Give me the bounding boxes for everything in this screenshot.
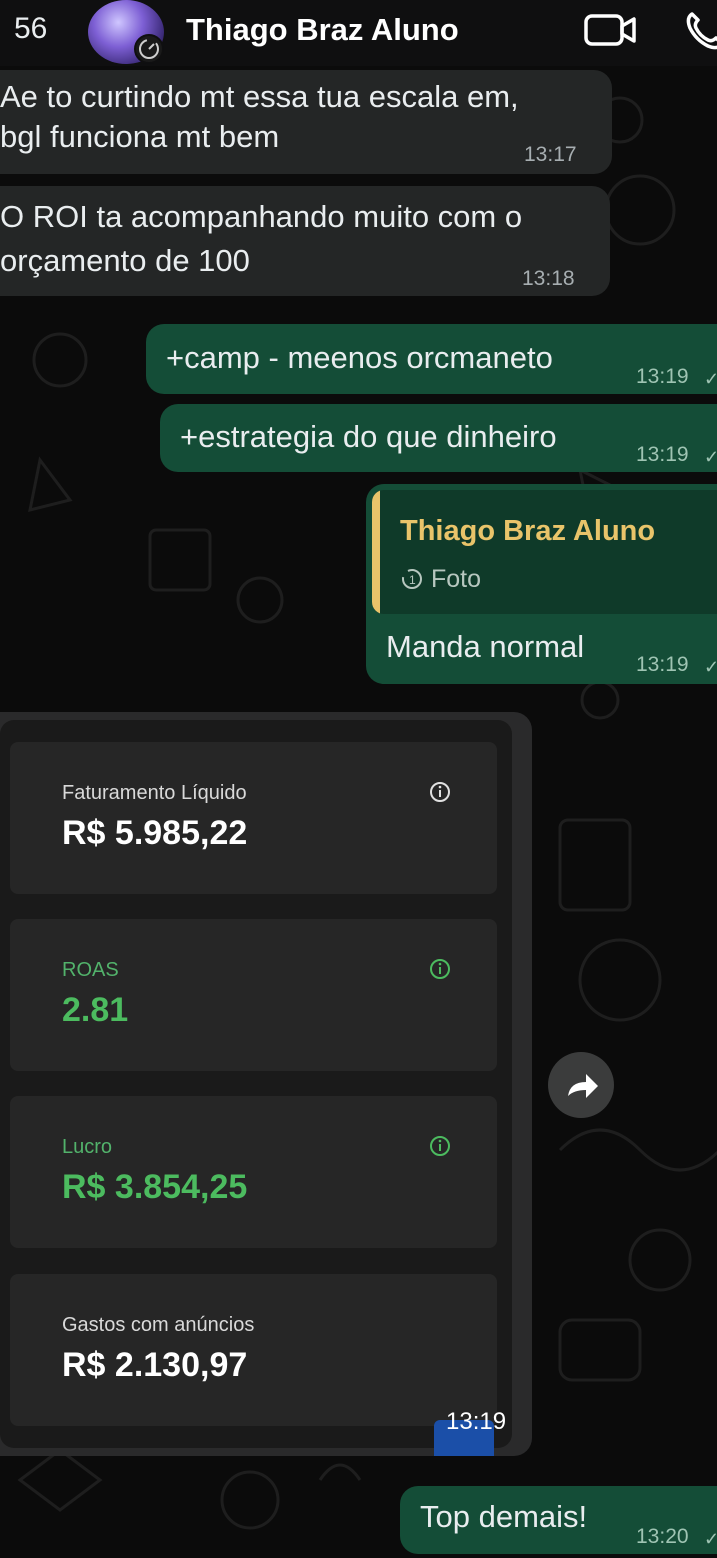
stat-value: R$ 2.130,97 [62, 1346, 248, 1384]
read-receipt-icon: ✓ [704, 447, 717, 467]
stat-label: ROAS [62, 959, 119, 981]
message-text-line: orçamento de 100 [0, 243, 250, 278]
dashboard-image[interactable]: Faturamento Líquido R$ 5.985,22 ROAS 2.8… [0, 720, 512, 1448]
stat-value: 2.81 [62, 991, 129, 1029]
outgoing-message[interactable]: Top demais! 13:20 ✓ [400, 1486, 717, 1554]
message-time: 13:19 [636, 653, 689, 676]
message-time: 13:17 [524, 143, 577, 166]
message-text: Top demais! [420, 1499, 588, 1534]
incoming-message[interactable]: O ROI ta acompanhando muito com o orçame… [0, 186, 610, 296]
message-text-line: O ROI ta acompanhando muito com o [0, 199, 523, 234]
read-receipt-icon: ✓ [704, 657, 717, 677]
stat-card-faturamento: Faturamento Líquido R$ 5.985,22 [10, 742, 497, 894]
message-text: +camp - meenos orcmaneto [166, 340, 553, 375]
photo-time: 13:19 [446, 1408, 507, 1435]
message-time: 13:18 [522, 267, 575, 290]
stat-value: R$ 3.854,25 [62, 1168, 248, 1206]
message-time: 13:20 [636, 1525, 689, 1548]
quoted-reply[interactable]: Thiago Braz Aluno 1 Foto [372, 490, 717, 614]
message-text-line: bgl funciona mt bem [0, 119, 280, 154]
message-time: 13:19 [636, 365, 689, 388]
message-text: +estrategia do que dinheiro [180, 419, 557, 454]
photo-message[interactable]: Faturamento Líquido R$ 5.985,22 ROAS 2.8… [0, 712, 532, 1456]
stat-label: Lucro [62, 1136, 113, 1158]
message-text-line: Ae to curtindo mt essa tua escala em, [0, 79, 519, 114]
video-call-icon[interactable] [584, 10, 638, 50]
stat-card-gastos: Gastos com anúncios R$ 2.130,97 [10, 1274, 497, 1426]
read-receipt-icon: ✓ [704, 1529, 717, 1549]
stat-label: Gastos com anúncios [62, 1314, 255, 1336]
outgoing-message[interactable]: +camp - meenos orcmaneto 13:19 ✓ [146, 324, 717, 394]
voice-call-icon[interactable] [684, 10, 717, 50]
status-ring-icon [134, 34, 164, 64]
back-unread-count[interactable]: 56 [14, 12, 47, 46]
view-once-icon: 1 [402, 569, 422, 589]
stat-card-roas: ROAS 2.81 [10, 919, 497, 1071]
outgoing-reply-message[interactable]: Thiago Braz Aluno 1 Foto Manda normal 13… [366, 484, 717, 684]
stat-value: R$ 5.985,22 [62, 814, 248, 852]
forward-icon [568, 1074, 598, 1098]
reply-author: Thiago Braz Aluno [400, 515, 656, 547]
stat-label: Faturamento Líquido [62, 782, 247, 804]
contact-name[interactable]: Thiago Braz Aluno [186, 12, 459, 48]
message-text: Manda normal [386, 629, 585, 664]
info-icon [430, 959, 450, 979]
info-icon [430, 782, 450, 802]
forward-button[interactable] [548, 1052, 614, 1118]
reply-accent-bar [372, 490, 380, 614]
chat-header: 56 Thiago Braz Aluno [0, 0, 717, 66]
stat-card-lucro: Lucro R$ 3.854,25 [10, 1096, 497, 1248]
read-receipt-icon: ✓ [704, 369, 717, 389]
outgoing-message[interactable]: +estrategia do que dinheiro 13:19 ✓ [160, 404, 717, 472]
reply-media-type: 1 Foto [400, 560, 481, 598]
svg-text:1: 1 [409, 573, 416, 587]
incoming-message[interactable]: Ae to curtindo mt essa tua escala em, bg… [0, 70, 612, 174]
message-time: 13:19 [636, 443, 689, 466]
info-icon [430, 1136, 450, 1156]
reply-media-label: Foto [430, 565, 481, 593]
